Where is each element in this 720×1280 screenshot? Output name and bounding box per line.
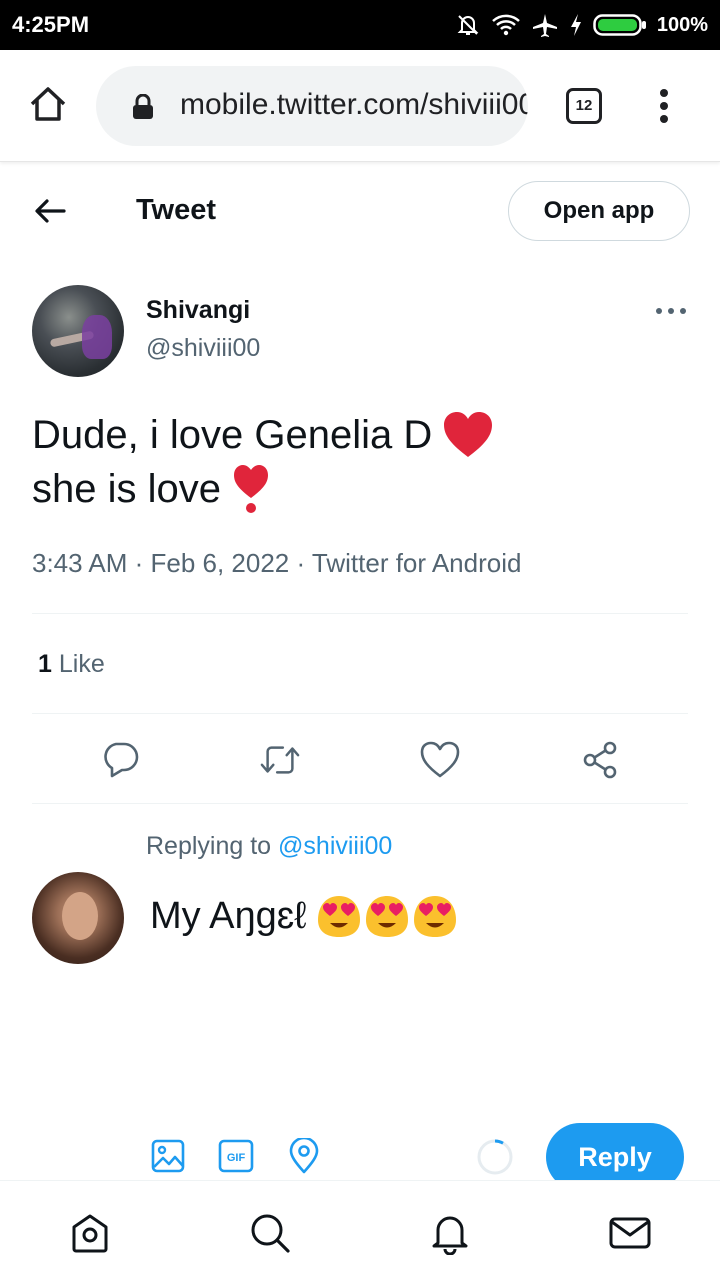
heart-eyes-emoji-icon <box>414 896 457 937</box>
tweet-text-line-1-text: Dude, i love Genelia D <box>32 413 433 457</box>
tweet-text: Dude, i love Genelia D she is love <box>32 408 692 516</box>
more-options-icon[interactable] <box>654 304 688 316</box>
menu-icon[interactable] <box>652 88 676 128</box>
messages-icon[interactable] <box>608 1211 652 1255</box>
search-icon[interactable] <box>248 1211 292 1255</box>
replying-prefix: Replying to <box>146 832 272 860</box>
author-handle[interactable]: @shiviii00 <box>146 334 260 363</box>
battery-icon <box>593 12 647 38</box>
image-icon[interactable] <box>150 1138 186 1174</box>
charging-icon <box>569 13 583 37</box>
share-icon[interactable] <box>580 736 620 784</box>
status-icons: 100% <box>455 10 708 40</box>
heart-eyes-emojis <box>314 894 458 938</box>
author-name[interactable]: Shivangi <box>146 296 250 325</box>
replying-to-handle[interactable]: @shiviii00 <box>278 832 392 860</box>
tweet-text-line-1: Dude, i love Genelia D <box>32 408 692 462</box>
divider <box>32 613 688 614</box>
airplane-icon <box>531 12 559 38</box>
home-icon[interactable] <box>68 1211 112 1255</box>
lock-icon <box>132 93 154 120</box>
browser-toolbar: mobile.twitter.com/shiviii00/status 12 <box>0 50 720 162</box>
home-icon[interactable] <box>28 84 68 124</box>
reply-icon[interactable] <box>100 736 140 784</box>
heart-eyes-emoji-icon <box>366 896 409 937</box>
divider <box>32 803 688 804</box>
gif-label: GIF <box>227 1152 246 1164</box>
character-count-ring <box>476 1138 514 1176</box>
reply-text: My Aŋgɛℓ <box>150 894 307 937</box>
tweet-text-line-2-text: she is love <box>32 467 221 511</box>
status-time: 4:25PM <box>12 12 90 37</box>
open-app-button[interactable]: Open app <box>508 181 690 241</box>
page-title: Tweet <box>136 194 217 226</box>
like-count-number: 1 <box>38 650 52 678</box>
reply-user-avatar <box>32 872 124 964</box>
like-icon[interactable] <box>420 736 460 784</box>
url-text: mobile.twitter.com/shiviii00/status <box>180 88 528 121</box>
wifi-icon <box>491 12 521 38</box>
heart-exclamation-icon <box>233 465 268 513</box>
battery-percent: 100% <box>656 13 708 36</box>
author-avatar[interactable] <box>32 285 124 377</box>
replying-to: Replying to @shiviii00 <box>146 832 392 861</box>
retweet-icon[interactable] <box>260 736 300 784</box>
tweet-text-line-2: she is love <box>32 462 692 516</box>
silent-bell-icon <box>455 12 481 38</box>
notifications-icon[interactable] <box>428 1211 472 1255</box>
like-label: Like <box>58 650 105 678</box>
back-arrow-icon[interactable] <box>30 194 70 228</box>
reply-draft-text[interactable]: My Aŋgɛℓ <box>150 894 458 938</box>
heart-eyes-emoji-icon <box>318 896 361 937</box>
bottom-navigation <box>0 1180 720 1280</box>
red-heart-icon <box>444 412 493 457</box>
tweet-actions <box>0 736 720 784</box>
status-bar: 4:25PM 100% <box>0 0 720 50</box>
tabs-button[interactable]: 12 <box>566 88 602 124</box>
gif-icon[interactable]: GIF <box>218 1138 254 1174</box>
likes-count[interactable]: 1 Like <box>38 650 105 679</box>
location-icon[interactable] <box>286 1138 322 1174</box>
divider <box>32 713 688 714</box>
url-bar[interactable]: mobile.twitter.com/shiviii00/status <box>96 66 528 146</box>
tweet-header: Tweet Open app <box>0 170 720 252</box>
tweet-metadata: 3:43 AM · Feb 6, 2022 · Twitter for Andr… <box>32 548 522 578</box>
